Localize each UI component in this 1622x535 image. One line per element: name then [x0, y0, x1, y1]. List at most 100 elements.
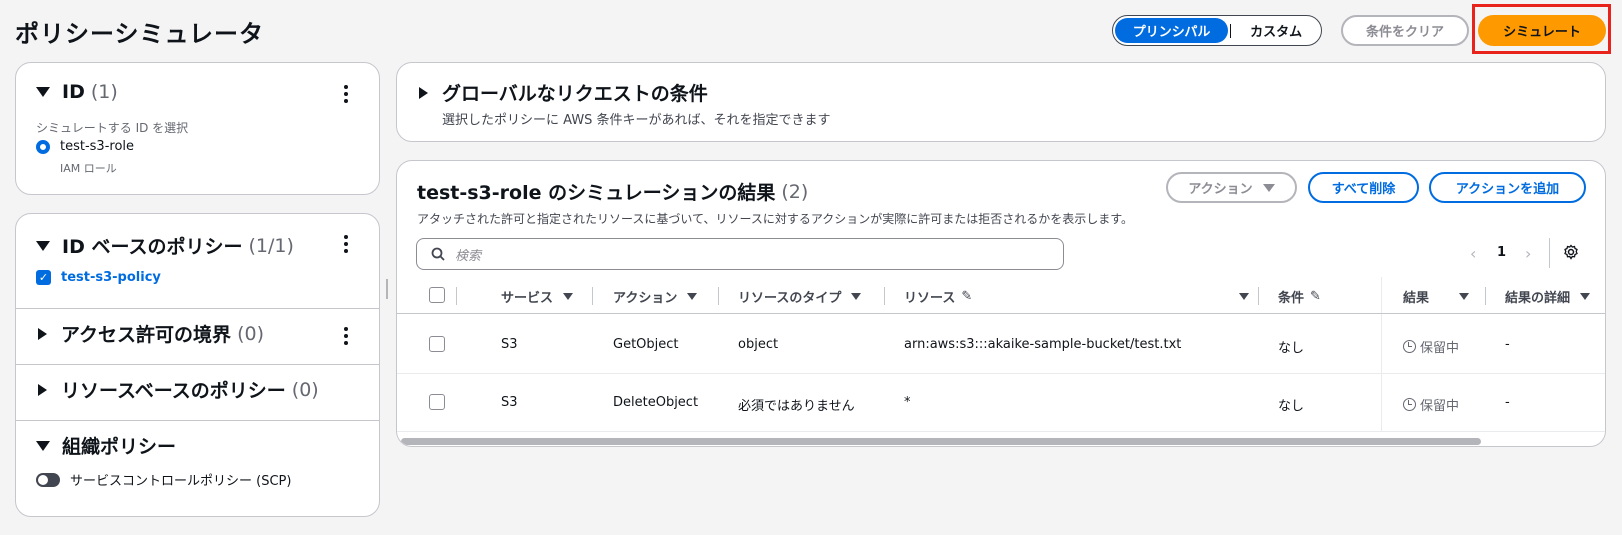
identity-policies-count: (1/1)	[248, 234, 294, 257]
horizontal-scrollbar[interactable]	[401, 438, 1481, 445]
clear-conditions-button[interactable]: 条件をクリア	[1341, 15, 1469, 46]
highlight-annotation	[1472, 4, 1611, 54]
column-header-service[interactable]: サービス	[501, 287, 574, 306]
row-checkbox[interactable]	[429, 394, 445, 410]
kebab-menu-icon[interactable]	[344, 235, 348, 253]
column-header-resource[interactable]: リソース ✎	[904, 287, 972, 306]
identity-radio[interactable]	[36, 139, 50, 154]
sort-icon	[1459, 293, 1470, 300]
cell-resource-type: 必須ではありません	[738, 399, 855, 414]
header-divider	[397, 313, 1605, 314]
search-placeholder: 検索	[455, 248, 482, 264]
cell-resource: arn:aws:s3:::akaike-sample-bucket/test.t…	[904, 337, 1182, 352]
column-header-condition[interactable]: 条件 ✎	[1278, 287, 1321, 306]
actions-dropdown[interactable]: アクション	[1166, 172, 1297, 203]
cell-action: DeleteObject	[613, 395, 699, 410]
cell-result-detail: -	[1505, 395, 1510, 410]
identity-title: ID	[62, 81, 85, 103]
cell-condition: なし	[1278, 399, 1305, 414]
settings-gear-icon[interactable]	[1563, 244, 1579, 260]
resource-policies-count: (0)	[291, 378, 319, 401]
global-conditions-description: 選択したポリシーに AWS 条件キーがあれば、それを指定できます	[442, 113, 831, 128]
column-separator	[718, 287, 719, 305]
cell-service: S3	[501, 337, 518, 352]
row-divider	[397, 431, 1605, 432]
results-description: アタッチされた許可と指定されたリソースに基づいて、リソースに対するアクションが実…	[417, 212, 1134, 226]
sort-icon	[851, 293, 862, 300]
next-page-icon[interactable]: ›	[1525, 244, 1531, 263]
identity-panel: ID (1) シミュレートする ID を選択 test-s3-role IAM …	[15, 62, 380, 195]
divider	[16, 308, 379, 309]
identity-count: (1)	[90, 81, 118, 103]
expand-caret-icon[interactable]	[38, 383, 47, 396]
page-number[interactable]: 1	[1497, 245, 1506, 260]
row-checkbox[interactable]	[429, 336, 445, 352]
column-header-result[interactable]: 結果	[1403, 287, 1470, 306]
sort-icon	[563, 293, 574, 300]
segment-custom[interactable]: カスタム	[1233, 18, 1319, 43]
column-header-resource-type[interactable]: リソースのタイプ	[738, 287, 862, 306]
add-action-button[interactable]: アクションを追加	[1429, 172, 1586, 203]
select-identity-label: シミュレートする ID を選択	[36, 121, 189, 135]
cell-result: 保留中	[1403, 395, 1459, 414]
scp-toggle[interactable]	[36, 472, 60, 487]
global-conditions-panel: グローバルなリクエストの条件 選択したポリシーに AWS 条件キーがあれば、それ…	[396, 62, 1606, 142]
edit-pencil-icon: ✎	[1310, 289, 1321, 304]
resize-handle[interactable]	[386, 279, 388, 299]
global-conditions-title: グローバルなリクエストの条件	[442, 83, 708, 105]
policy-link[interactable]: test-s3-policy	[61, 270, 161, 285]
kebab-menu-icon[interactable]	[344, 327, 348, 345]
identity-type: IAM ロール	[60, 162, 117, 175]
delete-all-button[interactable]: すべて削除	[1308, 172, 1419, 203]
collapse-caret-icon[interactable]	[36, 440, 50, 451]
column-header-result-detail[interactable]: 結果の詳細	[1505, 287, 1591, 306]
sticky-column-shadow	[1381, 277, 1382, 432]
collapse-caret-icon[interactable]	[36, 87, 50, 97]
scp-label: サービスコントロールポリシー (SCP)	[70, 474, 292, 489]
sort-icon	[687, 293, 698, 300]
page-title: ポリシーシミュレータ	[15, 20, 265, 48]
permission-boundary-count: (0)	[237, 322, 264, 345]
results-title: test-s3-role のシミュレーションの結果	[417, 182, 776, 204]
expand-caret-icon[interactable]	[38, 327, 47, 340]
segment-divider	[1230, 23, 1232, 38]
column-separator	[884, 287, 885, 305]
policy-checkbox[interactable]: ✓	[36, 270, 51, 285]
column-separator	[592, 287, 593, 305]
cell-resource: *	[904, 395, 911, 410]
expand-caret-icon[interactable]	[419, 86, 428, 99]
search-icon	[431, 247, 445, 261]
clock-icon	[1403, 398, 1416, 411]
divider	[16, 364, 379, 365]
divider	[16, 420, 379, 421]
search-input[interactable]: 検索	[416, 238, 1064, 270]
mode-segmented-control: プリンシパル カスタム	[1112, 15, 1322, 46]
column-separator	[456, 287, 457, 305]
identity-name: test-s3-role	[60, 139, 135, 154]
results-count: (2)	[781, 180, 809, 203]
row-divider	[397, 373, 1605, 374]
edit-pencil-icon: ✎	[961, 289, 973, 304]
select-all-checkbox[interactable]	[429, 287, 445, 303]
cell-service: S3	[501, 395, 518, 410]
identity-policies-title: ID ベースのポリシー	[62, 236, 243, 258]
cell-resource-type: object	[738, 337, 779, 352]
kebab-menu-icon[interactable]	[344, 85, 348, 103]
prev-page-icon[interactable]: ‹	[1470, 244, 1476, 263]
cell-action: GetObject	[613, 337, 679, 352]
column-header-action[interactable]: アクション	[613, 287, 698, 306]
cell-result: 保留中	[1403, 337, 1459, 356]
segment-principal[interactable]: プリンシパル	[1115, 18, 1229, 43]
column-separator	[1258, 287, 1259, 305]
sort-icon[interactable]	[1239, 293, 1249, 300]
chevron-down-icon	[1262, 183, 1275, 192]
org-policies-title: 組織ポリシー	[62, 436, 177, 458]
cell-condition: なし	[1278, 341, 1305, 356]
column-separator	[1485, 287, 1486, 305]
clock-icon	[1403, 340, 1416, 353]
sort-icon	[1580, 293, 1591, 300]
resource-policies-title: リソースベースのポリシー	[61, 380, 286, 402]
divider	[1549, 238, 1550, 268]
collapse-caret-icon[interactable]	[36, 240, 50, 251]
actions-dropdown-label: アクション	[1188, 182, 1253, 197]
